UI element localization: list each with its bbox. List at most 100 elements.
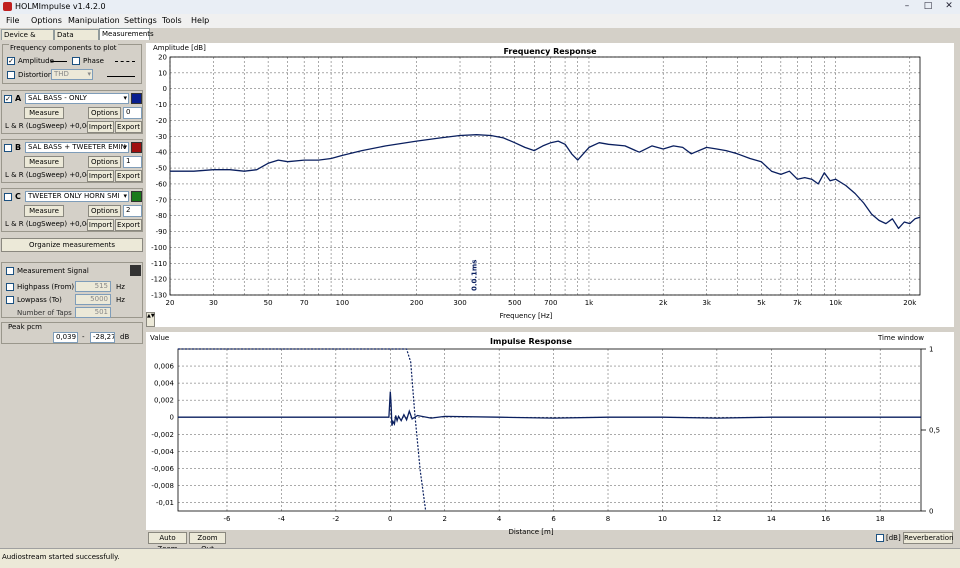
measurement-c-color-swatch[interactable] <box>131 191 142 202</box>
measurement-b-options-button[interactable]: Options <box>88 156 121 168</box>
menu-file[interactable]: File <box>6 16 19 25</box>
measurement-a-checkbox[interactable]: ✓ <box>4 95 12 103</box>
zoom-out-button[interactable]: Zoom Out <box>189 532 226 553</box>
measurement-b-name-select[interactable]: SAL BASS + TWEETER EMIN ▾ <box>25 142 129 153</box>
lowpass-input[interactable]: 5000 <box>75 294 111 305</box>
measurement-b-export-button[interactable]: Export <box>115 170 142 182</box>
freq-xtick-label: 30 <box>209 299 218 307</box>
measurement-a-import-button[interactable]: Import <box>87 121 114 133</box>
impulse-xtick-label: -6 <box>223 515 231 523</box>
minimize-button[interactable]: – <box>897 1 917 12</box>
impulse-xtick-label: -2 <box>332 515 339 523</box>
impulse-xtick-label: 0 <box>388 515 392 523</box>
menu-settings[interactable]: Settings <box>124 16 157 25</box>
left-panel: Frequency components to plot ✓ Amplitude… <box>0 40 145 548</box>
freq-xtick-label: 20 <box>166 299 175 307</box>
measurement-b-counter[interactable]: 1 <box>123 156 142 168</box>
measurement-c-export-button[interactable]: Export <box>115 219 142 231</box>
db-checkbox[interactable] <box>876 534 884 542</box>
distortion-line-sample <box>107 76 135 77</box>
measurement-a-counter[interactable]: 0 <box>123 107 142 119</box>
measurement-c-import-button[interactable]: Import <box>87 219 114 231</box>
peak-unit: dB <box>120 333 130 341</box>
frequency-response-panel: 20 10 0 -10 -20 -30 -40 -50 -60 -70 -80 -90 -100 -110… <box>146 43 954 327</box>
impulse-xtick-label: 18 <box>876 515 885 523</box>
menu-help[interactable]: Help <box>191 16 209 25</box>
measurement-a-measure-button[interactable]: Measure <box>24 107 64 119</box>
impulse-ytick-label: 0,002 <box>154 397 174 405</box>
measurement-c-name-select[interactable]: TWEETER ONLY HORN SMI ▾ <box>25 191 129 202</box>
freq-ytick-label: -110 <box>151 260 167 268</box>
measurement-c-options-button[interactable]: Options <box>88 205 121 217</box>
taps-label: Number of Taps <box>17 309 72 317</box>
tab-measurements[interactable]: Measurements <box>99 28 154 40</box>
organize-measurements-button[interactable]: Organize measurements <box>1 238 143 252</box>
highpass-input[interactable]: 515 <box>75 281 111 292</box>
impulse-ytick-label: -0,004 <box>151 448 174 456</box>
measurement-signal-color-swatch[interactable] <box>130 265 141 276</box>
distortion-label: Distortion <box>18 71 53 79</box>
measurement-b-checkbox[interactable] <box>4 144 12 152</box>
measurement-b-measure-button[interactable]: Measure <box>24 156 64 168</box>
impulse-xtick-label: -4 <box>278 515 286 523</box>
app-icon <box>3 2 12 11</box>
time-window-label: Time window <box>878 334 924 342</box>
impulse-ytick-label: -0,006 <box>151 465 174 473</box>
freq-plot-frame <box>169 56 921 296</box>
tab-bar: Device & Signal Data analysis Measuremen… <box>0 28 960 50</box>
highpass-checkbox[interactable] <box>6 283 14 291</box>
amplitude-checkbox[interactable]: ✓ <box>7 57 15 65</box>
freq-xtick-label: 70 <box>300 299 309 307</box>
measurement-c-checkbox[interactable] <box>4 193 12 201</box>
impulse-ytick-label: 0,006 <box>154 363 175 371</box>
measurement-a-color-swatch[interactable] <box>131 93 142 104</box>
measurement-c-measure-button[interactable]: Measure <box>24 205 64 217</box>
freq-ytick-label: -20 <box>156 117 167 125</box>
reverberation-button[interactable]: Reverberation <box>903 532 954 544</box>
impulse-xtick-label: 8 <box>606 515 610 523</box>
menu-manipulation[interactable]: Manipulation <box>68 16 120 25</box>
measurement-c-counter[interactable]: 2 <box>123 205 142 217</box>
menu-tools[interactable]: Tools <box>162 16 182 25</box>
impulse-ytick-label: 0 <box>170 414 174 422</box>
measurement-b-color-swatch[interactable] <box>131 142 142 153</box>
impulse-xtick-label: 10 <box>658 515 667 523</box>
tab-device-signal[interactable]: Device & Signal <box>1 29 54 50</box>
plot-split-arrows[interactable]: ▲▼ <box>146 312 155 327</box>
menu-options[interactable]: Options <box>31 16 62 25</box>
impulse-xtick-label: 6 <box>551 515 556 523</box>
impulse-xtick-label: 16 <box>821 515 830 523</box>
measurement-a-export-button[interactable]: Export <box>115 121 142 133</box>
measurement-a-options-button[interactable]: Options <box>88 107 121 119</box>
measurement-a-name-select[interactable]: SAL BASS - ONLY ▾ <box>25 93 129 104</box>
measurement-signal-checkbox[interactable] <box>6 267 14 275</box>
distortion-checkbox[interactable] <box>7 71 15 79</box>
impulse-xtick-label: 2 <box>442 515 446 523</box>
maximize-button[interactable]: □ <box>918 1 938 12</box>
impulse-response-panel: 0,006 0,004 0,002 0 -0,002 -0,004 -0,006 -0,008… <box>146 332 954 536</box>
freq-ytick-label: -10 <box>156 101 167 109</box>
frequency-response-chart[interactable]: 20100-10-20-30-40-50-60-70-80-90-100-110… <box>146 43 954 327</box>
lowpass-checkbox[interactable] <box>6 296 14 304</box>
peak-value-1: 0,039 <box>53 332 78 343</box>
impulse-title: Impulse Response <box>490 337 572 346</box>
tab-data-analysis[interactable]: Data analysis <box>54 29 99 50</box>
lowpass-label: Lowpass (To) <box>17 296 62 304</box>
freq-marker-label: 0.0.1ms <box>471 260 479 291</box>
freq-ytick-label: -60 <box>156 180 167 188</box>
impulse-xlabel: Distance [m] <box>508 528 554 536</box>
measurement-b-group: B SAL BASS + TWEETER EMIN ▾ Measure Optio… <box>1 139 143 183</box>
taps-input[interactable]: 501 <box>75 307 111 318</box>
impulse-response-chart[interactable]: 0,006 0,004 0,002 0 -0,002 -0,004 -0,006 -0,008… <box>146 332 954 530</box>
freq-xtick-label: 5k <box>757 299 766 307</box>
distortion-select[interactable]: THD ▾ <box>51 69 93 80</box>
freq-ytick-label: -80 <box>156 212 167 220</box>
freq-xtick-label: 1k <box>585 299 594 307</box>
measurement-b-import-button[interactable]: Import <box>87 170 114 182</box>
freq-ytick-label: -30 <box>156 133 167 141</box>
auto-zoom-button[interactable]: Auto Zoom <box>148 532 187 553</box>
amplitude-label: Amplitude <box>18 57 54 65</box>
phase-label: Phase <box>83 57 104 65</box>
phase-checkbox[interactable] <box>72 57 80 65</box>
close-button[interactable]: ✕ <box>939 1 959 12</box>
